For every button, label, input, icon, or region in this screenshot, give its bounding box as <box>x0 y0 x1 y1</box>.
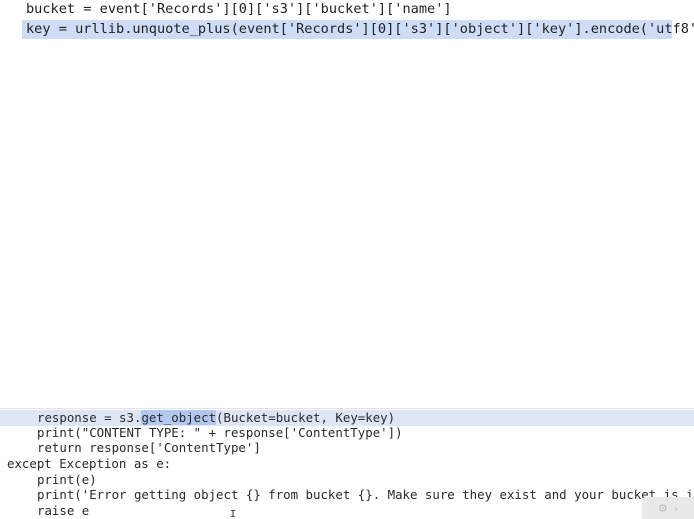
code-line-except[interactable]: except Exception as e: <box>0 456 171 472</box>
text-cursor-icon: I <box>230 509 237 519</box>
code-line-raise[interactable]: raise e <box>0 503 89 519</box>
chevron-icon[interactable]: › <box>674 502 678 515</box>
code-token: response = s3. <box>37 410 142 425</box>
code-line-return[interactable]: return response['ContentType'] <box>0 440 261 456</box>
top-code-pane[interactable]: bucket = event['Records'][0]['s3']['buck… <box>0 0 694 44</box>
code-token: (Bucket=bucket, Key=key) <box>216 410 396 425</box>
corner-widget[interactable]: ⚙ › <box>642 497 694 519</box>
code-line-print-content-type[interactable]: print("CONTENT TYPE: " + response['Conte… <box>0 425 403 441</box>
code-line-print-e[interactable]: print(e) <box>0 472 97 488</box>
code-line-print-error[interactable]: print('Error getting object {} from buck… <box>0 487 694 503</box>
code-line-bucket[interactable]: bucket = event['Records'][0]['s3']['buck… <box>22 0 452 19</box>
code-line-response[interactable]: response = s3.get_object(Bucket=bucket, … <box>0 410 694 426</box>
gear-icon[interactable]: ⚙ <box>658 502 668 515</box>
selected-token-get-object[interactable]: get_object <box>141 410 217 425</box>
code-line-key-selected[interactable]: key = urllib.unquote_plus(event['Records… <box>22 20 694 39</box>
bottom-code-pane[interactable]: response = s3.get_object(Bucket=bucket, … <box>0 408 694 519</box>
